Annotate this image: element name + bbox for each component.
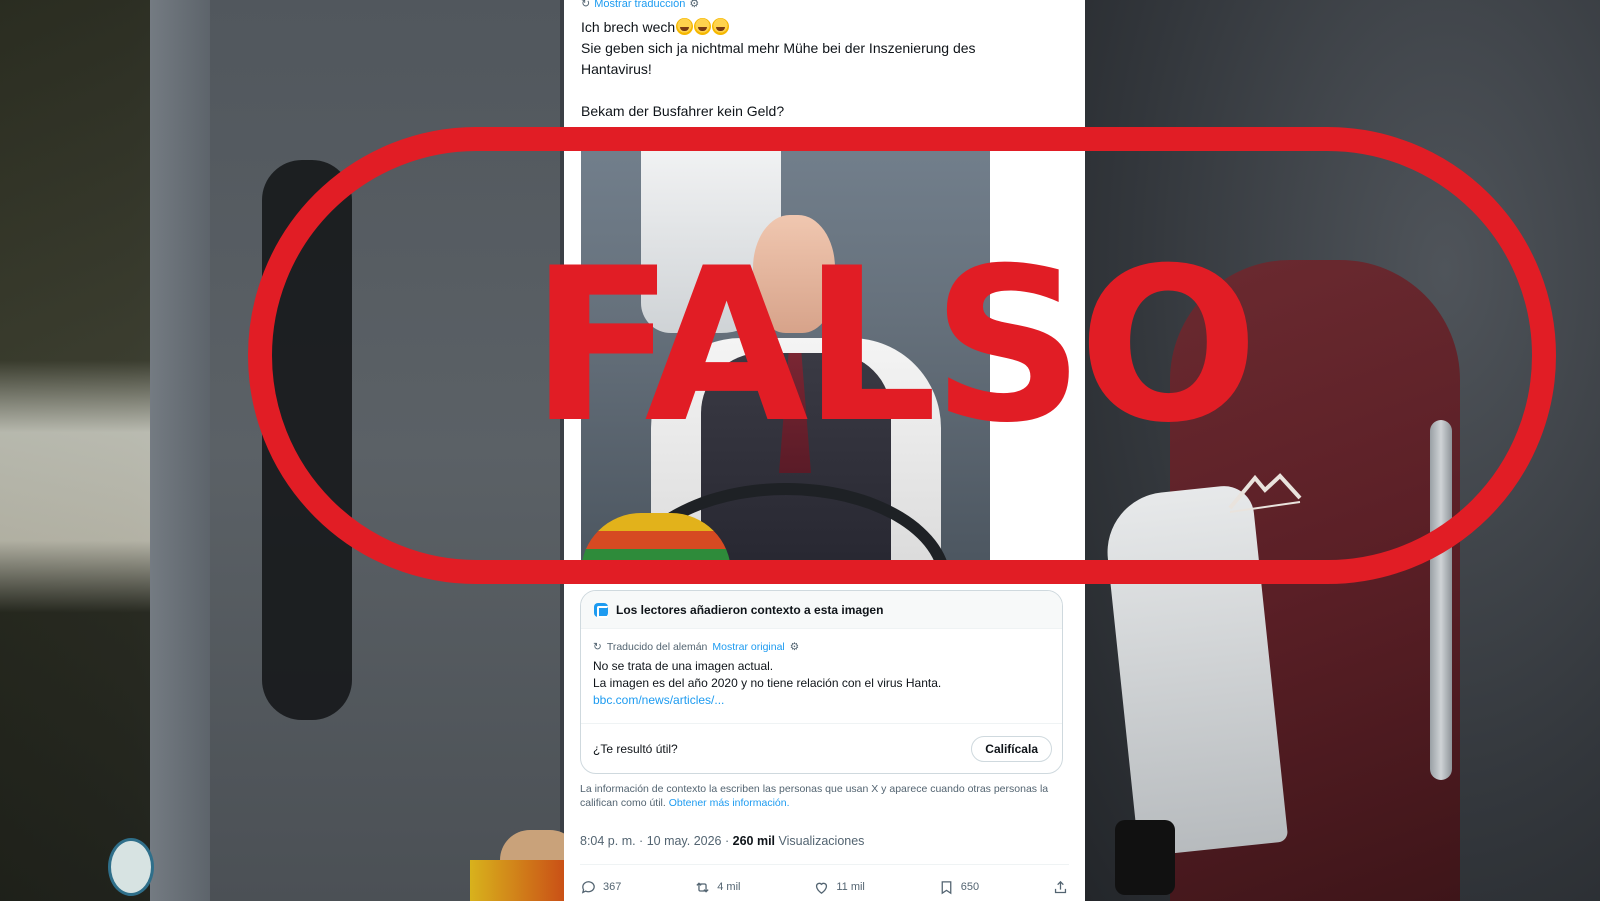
tweet-line-3: Hantavirus! (581, 61, 652, 77)
tweet-line-4: Bekam der Busfahrer kein Geld? (581, 103, 785, 119)
driver-head (753, 215, 835, 333)
show-translation-label: Mostrar traducción (594, 0, 686, 10)
translated-from-label: Traducido del alemán (606, 641, 708, 653)
laughing-emoji-icon (676, 18, 694, 35)
note-line-2: La imagen es del año 2020 y no tiene rel… (593, 676, 942, 690)
action-bar: 367 4 mil 11 mil 650 (580, 876, 1069, 898)
translation-meta: ↻ Traducido del alemán Mostrar original … (593, 639, 1050, 656)
tweet-meta: 8:04 p. m. · 10 may. 2026 · 260 mil Visu… (580, 834, 864, 848)
bus-door-frame (150, 0, 210, 901)
community-note-body: ↻ Traducido del alemán Mostrar original … (581, 629, 1062, 709)
bookmark-icon (941, 880, 952, 894)
views-label: Visualizaciones (775, 834, 865, 848)
repost-icon (696, 881, 709, 893)
wristwatch (1115, 820, 1175, 895)
show-translation-link[interactable]: ↻ Mostrar traducción ⚙ (581, 0, 699, 10)
rating-row: ¿Te resultó útil? Califícala (593, 724, 1052, 773)
helpful-question: ¿Te resultó útil? (593, 742, 678, 756)
show-original-link[interactable]: Mostrar original (712, 639, 784, 656)
settings-icon: ⚙ (789, 641, 800, 653)
reply-icon (581, 880, 595, 894)
community-note-title: Los lectores añadieron contexto a esta i… (616, 602, 884, 617)
like-button[interactable]: 11 mil (813, 879, 865, 896)
grab-rail (1430, 420, 1452, 780)
views-count: 260 mil (732, 834, 776, 848)
like-count: 11 mil (836, 881, 865, 893)
tweet-image[interactable] (581, 143, 990, 566)
timestamp[interactable]: 8:04 p. m. · 10 may. 2026 · (580, 834, 733, 848)
learn-more-link[interactable]: Obtener más información. (669, 797, 790, 809)
disclaimer-text: La información de contexto la escriben l… (580, 783, 1049, 809)
source-link[interactable]: bbc.com/news/articles/... (593, 692, 1050, 709)
settings-icon: ⚙ (689, 0, 700, 10)
reply-button[interactable]: 367 (580, 879, 621, 896)
repost-button[interactable]: 4 mil (694, 879, 740, 896)
translate-icon: ↻ (581, 0, 591, 10)
bookmark-count: 650 (960, 881, 980, 893)
tweet-line-2: Sie geben sich ja nichtmal mehr Mühe bei… (581, 40, 976, 56)
rate-button[interactable]: Califícala (971, 736, 1052, 762)
wing-mirror (262, 160, 352, 720)
background-pillar (0, 0, 150, 901)
vest-logo-icon (1228, 473, 1302, 513)
laughing-emoji-icon (712, 18, 730, 35)
tweet-card: ↻ Mostrar traducción ⚙ Ich brech wech Si… (564, 0, 1085, 901)
bookmark-button[interactable]: 650 (938, 879, 979, 896)
community-note-header: Los lectores añadieron contexto a esta i… (581, 591, 1062, 629)
community-note: Los lectores añadieron contexto a esta i… (580, 590, 1063, 774)
translate-icon: ↻ (593, 641, 602, 653)
reply-count: 367 (603, 881, 622, 893)
heart-icon (816, 882, 828, 894)
note-line-1: No se trata de una imagen actual. (593, 659, 774, 673)
share-icon (1054, 880, 1067, 893)
share-button[interactable] (1052, 879, 1069, 896)
tweet-line-1: Ich brech wech (581, 19, 676, 35)
notes-disclaimer: La información de contexto la escriben l… (580, 782, 1050, 810)
repost-count: 4 mil (717, 881, 741, 893)
divider (580, 864, 1069, 865)
tweet-text: Ich brech wech Sie geben sich ja nichtma… (581, 17, 1021, 122)
scarf (470, 860, 570, 901)
laughing-emoji-icon (694, 18, 712, 35)
community-notes-icon (594, 602, 609, 618)
window-sticker (108, 838, 154, 896)
